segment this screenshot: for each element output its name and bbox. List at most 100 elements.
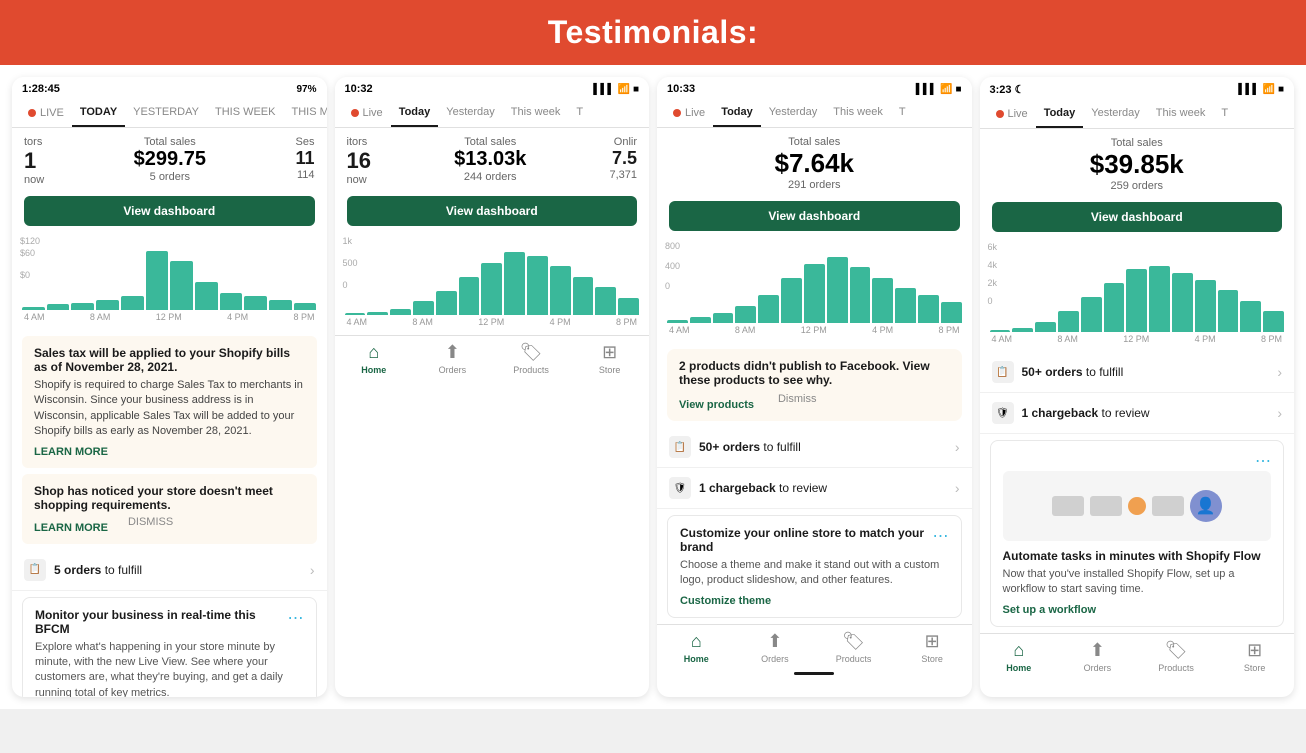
nav-store-4[interactable]: ⊞ Store [1215, 640, 1294, 673]
orders-chevron-4: › [1277, 364, 1282, 380]
customize-link-3[interactable]: Customize theme [680, 595, 771, 607]
flow-link-4[interactable]: Set up a workflow [1003, 604, 1097, 616]
tab-yesterday-3[interactable]: Yesterday [761, 99, 826, 127]
bar-3-12 [918, 295, 939, 323]
store-label-2: Store [599, 365, 621, 375]
tab-t-2[interactable]: T [568, 99, 591, 127]
tab-today-4[interactable]: Today [1036, 100, 1084, 128]
orders-row-left-3: 📋 50+ orders to fulfill [669, 436, 801, 458]
nav-store-3[interactable]: ⊞ Store [893, 631, 972, 664]
wifi-2: 📶 [618, 84, 630, 95]
bfcm-card-1: Monitor your business in real-time this … [22, 597, 317, 697]
panel-2: 10:32 ▌▌▌ 📶 ■ Live Today Yesterday This … [335, 77, 650, 697]
orders-icon-3: 📋 [669, 436, 691, 458]
stats-right-1: Ses 11 114 [295, 136, 314, 181]
bar-3-1 [667, 320, 688, 324]
nav-home-4[interactable]: ⌂ Home [980, 640, 1059, 673]
stats-left-2: itors 16 now [347, 136, 371, 186]
alert-dismiss-2[interactable]: DISMISS [128, 516, 173, 534]
customize-title-3: Customize your online store to match you… [680, 526, 933, 554]
alert-box-1: Sales tax will be applied to your Shopif… [22, 336, 317, 468]
dashboard-btn-2[interactable]: View dashboard [347, 196, 638, 226]
bar-2-3 [390, 309, 411, 315]
orders-fulfill-row-4[interactable]: 📋 50+ orders to fulfill › [980, 352, 1295, 393]
bar-2-9 [527, 256, 548, 316]
tab-live-3[interactable]: Live [665, 99, 713, 127]
alert-learn-more-1[interactable]: LEARN MORE [34, 446, 108, 458]
tab-thisweek-1[interactable]: THIS WEEK [207, 99, 284, 127]
fb-view-products-3[interactable]: View products [679, 399, 754, 411]
tab-thism-1[interactable]: THIS M [283, 99, 326, 127]
tab-t-4[interactable]: T [1213, 100, 1236, 128]
total-sales-label-1: Total sales [44, 136, 295, 148]
orders-fulfill-row-1[interactable]: 📋 5 orders to fulfill › [12, 550, 327, 591]
alert-learn-more-2[interactable]: LEARN MORE [34, 522, 108, 534]
bar-1-7 [170, 261, 193, 310]
orders-icon-4: 📋 [992, 361, 1014, 383]
bottom-nav-2: ⌂ Home ⬆ Orders 🏷 Products ⊞ Store [335, 335, 650, 379]
tab-yesterday-2[interactable]: Yesterday [438, 99, 503, 127]
stats-right-2: Onlir 7.5 7,371 [609, 136, 637, 181]
products-icon-2: 🏷 [520, 342, 543, 363]
tab-thisweek-4[interactable]: This week [1148, 100, 1214, 128]
customize-card-3: Customize your online store to match you… [667, 515, 962, 618]
chart-bars-2 [343, 245, 642, 315]
tab-today-3[interactable]: Today [713, 99, 761, 127]
store-label-4: Store [1244, 663, 1266, 673]
orders-fulfill-row-3[interactable]: 📋 50+ orders to fulfill › [657, 427, 972, 468]
chart-labels-4: 4 AM 8 AM 12 PM 4 PM 8 PM [988, 334, 1287, 344]
bar-3-6 [781, 278, 802, 324]
status-icons-1: 97% [296, 84, 316, 95]
status-icons-3: ▌▌▌ 📶 ■ [916, 84, 962, 95]
tab-live-4[interactable]: Live [988, 100, 1036, 128]
bar-1-10 [244, 296, 267, 310]
visitors-label-2: itors [347, 136, 371, 148]
fb-dismiss-3[interactable]: Dismiss [778, 393, 817, 411]
flow-more-4[interactable]: ⋯ [1255, 451, 1271, 471]
nav-products-4[interactable]: 🏷 Products [1137, 640, 1216, 673]
chart-area-4: 6k 4k 2k 0 [980, 238, 1295, 352]
tab-yesterday-4[interactable]: Yesterday [1083, 100, 1148, 128]
tab-today-1[interactable]: TODAY [72, 99, 125, 127]
tab-t-3[interactable]: T [891, 99, 914, 127]
tab-live-1[interactable]: LIVE [20, 99, 72, 127]
dashboard-btn-4[interactable]: View dashboard [992, 202, 1283, 232]
tab-yesterday-1[interactable]: YESTERDAY [125, 99, 207, 127]
alert-title-2: Shop has noticed your store doesn't meet… [34, 484, 305, 512]
bar-4-4 [1058, 311, 1079, 332]
bar-1-8 [195, 282, 218, 310]
orders-label-3: Orders [761, 654, 789, 664]
bar-2-11 [573, 277, 594, 316]
total-sales-label-3: Total sales [669, 136, 960, 148]
customize-more-3[interactable]: ⋯ [933, 526, 949, 546]
bar-4-13 [1263, 311, 1284, 332]
tab-thisweek-3[interactable]: This week [825, 99, 891, 127]
nav-orders-4[interactable]: ⬆ Orders [1058, 640, 1137, 673]
time-1: 1:28:45 [22, 83, 60, 95]
tab-today-2[interactable]: Today [391, 99, 439, 127]
header-banner: Testimonials: [0, 0, 1306, 65]
orders-chevron-3: › [955, 439, 960, 455]
wifi-4: 📶 [1263, 84, 1275, 95]
chargeback-chevron-4: › [1277, 405, 1282, 421]
stats-area-2: itors 16 now Total sales $13.03k 244 ord… [335, 128, 650, 190]
nav-orders-3[interactable]: ⬆ Orders [736, 631, 815, 664]
tab-thisweek-2[interactable]: This week [503, 99, 569, 127]
chart-labels-1: 4 AM 8 AM 12 PM 4 PM 8 PM [20, 312, 319, 322]
tab-live-2[interactable]: Live [343, 99, 391, 127]
nav-home-2[interactable]: ⌂ Home [335, 342, 414, 375]
nav-products-2[interactable]: 🏷 Products [492, 342, 571, 375]
chargeback-row-4[interactable]: 🛡 1 chargeback to review › [980, 393, 1295, 434]
dashboard-btn-1[interactable]: View dashboard [24, 196, 315, 226]
page-title: Testimonials: [548, 14, 758, 50]
nav-home-3[interactable]: ⌂ Home [657, 631, 736, 664]
bar-4-2 [1012, 328, 1033, 332]
battery-1: 97% [296, 84, 316, 95]
nav-store-2[interactable]: ⊞ Store [570, 342, 649, 375]
nav-products-3[interactable]: 🏷 Products [814, 631, 893, 664]
nav-orders-2[interactable]: ⬆ Orders [413, 342, 492, 375]
visitors-sub-1: now [24, 174, 44, 186]
dashboard-btn-3[interactable]: View dashboard [669, 201, 960, 231]
bfcm-more-1[interactable]: ⋯ [288, 608, 304, 628]
chargeback-row-3[interactable]: 🛡 1 chargeback to review › [657, 468, 972, 509]
